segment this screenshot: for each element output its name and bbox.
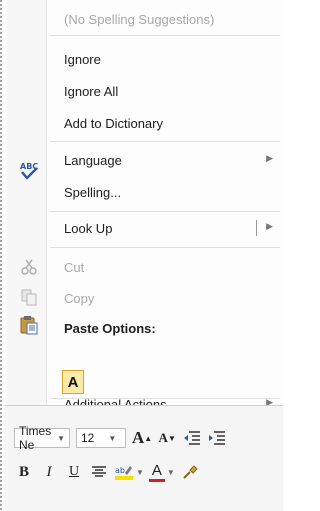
increase-indent-button[interactable] xyxy=(207,427,227,449)
language-label: Language xyxy=(64,152,122,168)
grow-font-icon: A xyxy=(132,428,145,447)
spelling-check-icon: ABC xyxy=(18,160,40,182)
scissors-icon xyxy=(18,256,40,278)
cut-label: Cut xyxy=(64,259,85,275)
italic-button[interactable]: I xyxy=(39,461,59,483)
mini-toolbar-row-1: Times Ne ▼ 12 ▼ A ▲ A ▼ xyxy=(14,424,232,452)
clipboard-paste-icon xyxy=(18,314,40,336)
font-name-value: Times Ne xyxy=(19,424,52,452)
add-to-dictionary-label: Add to Dictionary xyxy=(64,115,163,131)
bold-button[interactable]: B xyxy=(14,461,34,483)
grow-font-button[interactable]: A ▲ xyxy=(132,427,152,449)
underline-icon: U xyxy=(68,464,80,479)
decrease-indent-icon xyxy=(184,431,201,445)
copy-icon xyxy=(18,286,40,308)
paste-keep-text-only-icon: A xyxy=(67,373,79,391)
no-spelling-suggestions-label: (No Spelling Suggestions) xyxy=(64,11,215,27)
copy-label: Copy xyxy=(64,290,95,306)
language-menu-item[interactable]: Language ▶ xyxy=(48,145,283,175)
ignore-label: Ignore xyxy=(64,51,101,67)
separator xyxy=(50,35,280,36)
mini-toolbar-row-2: B I U ab ▼ A ▼ xyxy=(14,460,205,484)
copy-menu-item[interactable]: Copy xyxy=(48,283,283,313)
font-size-value: 12 xyxy=(81,431,95,445)
context-menu-frame: (No Spelling Suggestions) Ignore Ignore … xyxy=(0,0,283,511)
separator xyxy=(50,141,280,142)
highlighter-icon: ab xyxy=(115,466,133,480)
mini-toolbar: Times Ne ▼ 12 ▼ A ▲ A ▼ B I U ab ▼ A ▼ xyxy=(4,405,283,511)
bold-icon: B xyxy=(18,463,29,480)
font-color-swatch xyxy=(148,478,165,482)
font-size-combo[interactable]: 12 ▼ xyxy=(76,428,126,448)
split-divider xyxy=(256,220,257,236)
dropdown-arrow-icon: ▼ xyxy=(57,433,65,443)
dropdown-arrow-icon: ▼ xyxy=(166,467,175,477)
shrink-font-icon: A xyxy=(158,430,168,445)
italic-icon: I xyxy=(46,463,52,480)
dropdown-arrow-icon: ▼ xyxy=(108,433,117,443)
font-color-button[interactable]: A ▼ xyxy=(148,461,175,483)
context-menu: (No Spelling Suggestions) Ignore Ignore … xyxy=(4,0,283,405)
spelling-label: Spelling... xyxy=(64,184,122,200)
paste-options-header: Paste Options: xyxy=(48,313,283,343)
add-to-dictionary-menu-item[interactable]: Add to Dictionary xyxy=(48,108,283,138)
look-up-menu-item[interactable]: Look Up ▶ xyxy=(48,213,283,243)
format-painter-icon xyxy=(183,465,198,479)
submenu-arrow-icon[interactable]: ▶ xyxy=(266,221,273,232)
font-name-combo[interactable]: Times Ne ▼ xyxy=(14,424,70,452)
decrease-indent-button[interactable] xyxy=(182,427,202,449)
separator xyxy=(50,247,280,248)
spelling-menu-item[interactable]: Spelling... xyxy=(48,177,283,207)
underline-button[interactable]: U xyxy=(64,461,84,483)
font-color-icon: A xyxy=(151,461,162,479)
paste-options-label: Paste Options: xyxy=(64,320,156,336)
icon-gutter xyxy=(6,0,46,405)
no-spelling-suggestions-item: (No Spelling Suggestions) xyxy=(48,4,283,34)
center-align-button[interactable] xyxy=(89,461,109,483)
look-up-label: Look Up xyxy=(64,220,113,236)
center-align-icon xyxy=(92,466,106,477)
dropdown-arrow-icon: ▼ xyxy=(136,467,144,477)
increase-indent-icon xyxy=(209,431,226,445)
svg-text:ab: ab xyxy=(115,466,125,475)
submenu-arrow-icon: ▶ xyxy=(266,153,273,163)
separator xyxy=(50,211,280,212)
highlight-color-button[interactable]: ab ▼ xyxy=(114,461,144,483)
ignore-menu-item[interactable]: Ignore xyxy=(48,44,283,74)
gutter-divider xyxy=(46,0,47,405)
ignore-all-label: Ignore All xyxy=(64,83,119,99)
ignore-all-menu-item[interactable]: Ignore All xyxy=(48,76,283,106)
cut-menu-item[interactable]: Cut xyxy=(48,252,283,282)
format-painter-button[interactable] xyxy=(180,461,200,483)
shrink-font-button[interactable]: A ▼ xyxy=(157,427,177,449)
